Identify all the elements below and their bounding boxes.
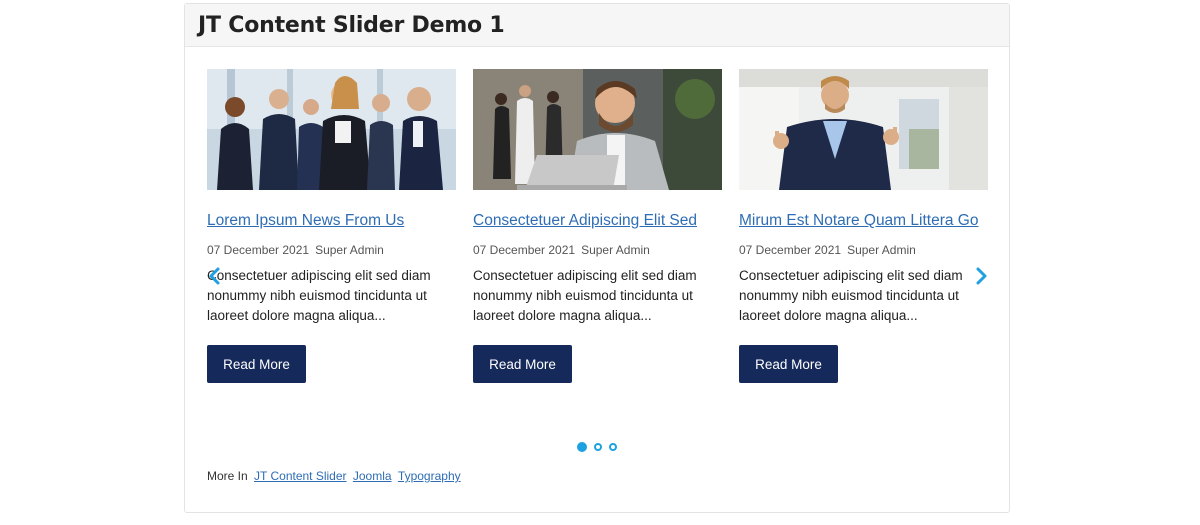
module-header: JT Content Slider Demo 1 — [185, 4, 1009, 47]
slide-meta: 07 December 2021 Super Admin — [207, 243, 456, 257]
slide-excerpt: Consectetuer adipiscing elit sed diam no… — [739, 268, 963, 323]
chevron-left-icon[interactable] — [207, 266, 223, 286]
tag-link-typography[interactable]: Typography — [398, 469, 461, 483]
more-in-links: More In JT Content Slider Joomla Typogra… — [207, 469, 461, 483]
slide-3: Mirum Est Notare Quam Littera Go 07 Dece… — [739, 69, 988, 383]
slide-image-man-with-laptop[interactable] — [473, 69, 722, 190]
slide-title-link[interactable]: Consectetuer Adipiscing Elit Sed — [473, 212, 697, 230]
slide-date: 07 December 2021 — [739, 243, 842, 257]
pagination-dot-2[interactable] — [594, 443, 602, 451]
read-more-button[interactable]: Read More — [207, 345, 306, 383]
tag-link-joomla[interactable]: Joomla — [353, 469, 392, 483]
read-more-button[interactable]: Read More — [739, 345, 838, 383]
slide-image-man-pointing[interactable] — [739, 69, 988, 190]
chevron-right-icon[interactable] — [973, 266, 989, 286]
content-slider-module: JT Content Slider Demo 1 Lorem Ipsum New… — [184, 3, 1010, 513]
slide-author: Super Admin — [581, 243, 650, 257]
more-in-label: More In — [207, 469, 248, 483]
slide-title-link[interactable]: Mirum Est Notare Quam Littera Go — [739, 212, 978, 230]
slide-meta: 07 December 2021 Super Admin — [473, 243, 722, 257]
slider: Lorem Ipsum News From Us 07 December 202… — [207, 69, 989, 389]
slide-date: 07 December 2021 — [473, 243, 576, 257]
slide-1: Lorem Ipsum News From Us 07 December 202… — [207, 69, 456, 383]
slide-title-link[interactable]: Lorem Ipsum News From Us — [207, 212, 404, 230]
module-title: JT Content Slider Demo 1 — [198, 12, 505, 38]
slide-excerpt: Consectetuer adipiscing elit sed diam no… — [473, 268, 697, 323]
pagination-dot-1[interactable] — [577, 442, 587, 452]
category-link-jt-content-slider[interactable]: JT Content Slider — [254, 469, 347, 483]
slide-2: Consectetuer Adipiscing Elit Sed 07 Dece… — [473, 69, 722, 383]
pagination-dot-3[interactable] — [609, 443, 617, 451]
slide-meta: 07 December 2021 Super Admin — [739, 243, 988, 257]
slide-author: Super Admin — [315, 243, 384, 257]
slider-pagination — [185, 442, 1009, 452]
slide-image-business-team[interactable] — [207, 69, 456, 190]
read-more-button[interactable]: Read More — [473, 345, 572, 383]
slide-excerpt: Consectetuer adipiscing elit sed diam no… — [207, 268, 431, 323]
slide-date: 07 December 2021 — [207, 243, 310, 257]
slide-author: Super Admin — [847, 243, 916, 257]
